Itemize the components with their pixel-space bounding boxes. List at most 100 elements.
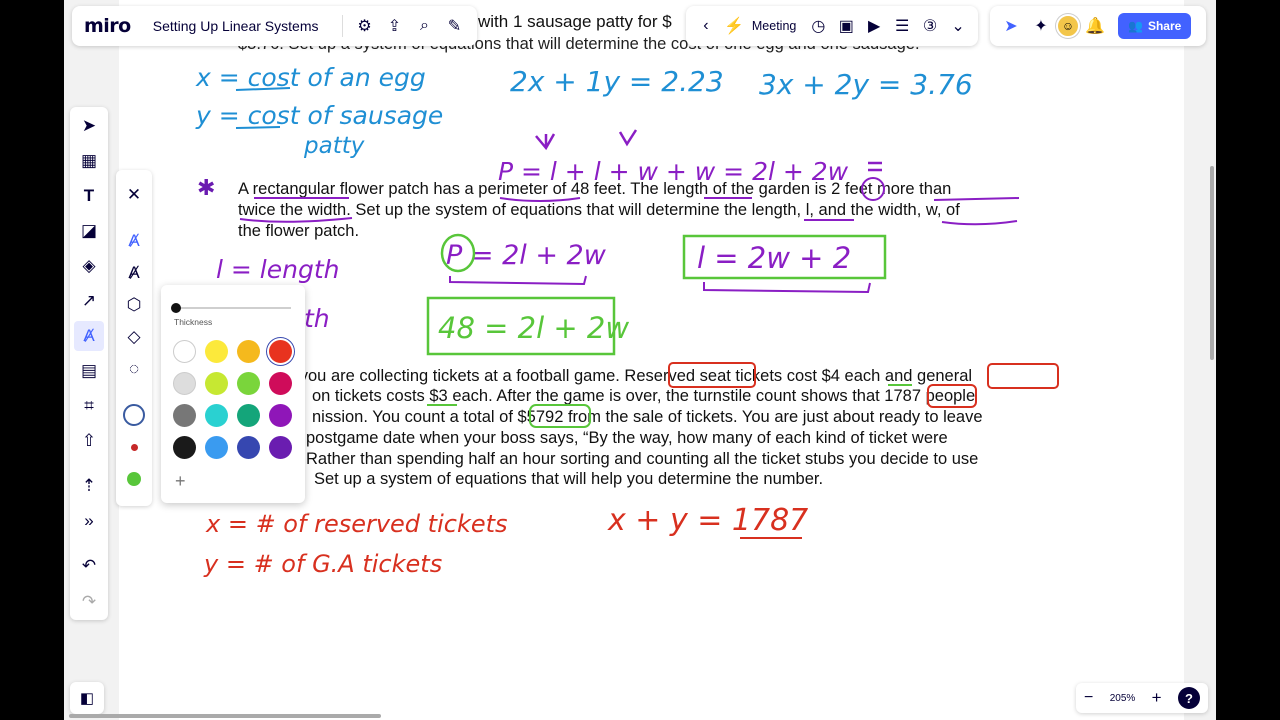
share-toolbar: ➤ ✦ ☺ 🔔 👥 Share xyxy=(990,6,1206,46)
sidebar-toggle-icon[interactable]: ◧ xyxy=(70,682,104,714)
bell-icon[interactable]: 🔔 xyxy=(1080,11,1110,41)
box-general xyxy=(987,363,1059,389)
circle-5792 xyxy=(529,404,591,428)
y-definition-cont: patty xyxy=(303,133,365,159)
highlighter-icon[interactable]: Ⱥ xyxy=(119,258,149,288)
circle-1787 xyxy=(927,384,977,408)
people-icon: 👥 xyxy=(1128,19,1143,33)
smart-draw-icon[interactable]: ⬡ xyxy=(119,290,149,320)
text-icon[interactable]: T xyxy=(74,181,104,211)
thickness-slider[interactable] xyxy=(175,307,291,309)
zoom-out-button[interactable]: − xyxy=(1084,689,1093,707)
color-swatch[interactable] xyxy=(205,372,228,395)
collaboration-toolbar: ‹ ⚡ Meeting ◷ ▣ ▶ ☰ ③ ⌄ xyxy=(686,6,978,46)
present-icon[interactable]: ▣ xyxy=(832,11,860,41)
color-swatch[interactable] xyxy=(173,340,196,363)
equation-1: 2x + 1y = 2.23 xyxy=(510,65,724,98)
color-swatch[interactable] xyxy=(205,404,228,427)
meeting-button[interactable]: Meeting xyxy=(752,19,796,33)
apps-icon[interactable]: ⇡ xyxy=(74,471,104,501)
color-swatch[interactable] xyxy=(269,404,292,427)
color-swatch[interactable] xyxy=(237,372,260,395)
notes-icon[interactable]: ☰ xyxy=(888,11,916,41)
color-swatch[interactable] xyxy=(237,340,260,363)
l-equation: l = 2w + 2 xyxy=(697,241,851,275)
upload-icon[interactable]: ⇧ xyxy=(74,426,104,456)
pen-tool-panel: ✕ Ⱥ Ⱥ ⬡ ◇ ◌ xyxy=(116,170,152,506)
crop-icon[interactable]: ⌗ xyxy=(74,391,104,421)
gear-icon[interactable]: ⚙ xyxy=(349,11,379,41)
underline-cost-2 xyxy=(235,126,281,129)
xy-equation: x + y = 1787 xyxy=(607,503,808,538)
miro-logo[interactable]: miro xyxy=(84,15,131,37)
w-definition-partial: th xyxy=(304,304,330,333)
lasso-icon[interactable]: ◌ xyxy=(119,354,149,384)
color-swatch[interactable] xyxy=(237,404,260,427)
add-color-button[interactable]: + xyxy=(175,471,186,492)
share-label: Share xyxy=(1147,19,1182,33)
color-swatch[interactable] xyxy=(173,404,196,427)
vertical-scrollbar[interactable] xyxy=(1210,166,1214,360)
equation-2: 3x + 2y = 3.76 xyxy=(759,68,973,101)
p48-equation: 48 = 2l + 2w xyxy=(438,311,629,345)
arrow-mark-2 xyxy=(618,129,638,147)
celebrate-icon[interactable]: ✦ xyxy=(1026,11,1056,41)
x-definition-3: x = # of reserved tickets xyxy=(205,510,508,538)
avatar[interactable]: ☺ xyxy=(1056,14,1080,38)
shapes-icon[interactable]: ◈ xyxy=(74,251,104,281)
pen-preset-2[interactable] xyxy=(119,432,149,462)
card-3-icon[interactable]: ③ xyxy=(916,11,944,41)
video-icon[interactable]: ▶ xyxy=(860,11,888,41)
sticky-note-icon[interactable]: ◪ xyxy=(74,216,104,246)
color-swatch[interactable] xyxy=(205,340,228,363)
pen-tool-icon[interactable]: Ⱥ xyxy=(119,226,149,256)
bracket-under-p xyxy=(449,275,587,286)
arrow-mark-1 xyxy=(535,133,556,151)
pen-preset-1[interactable] xyxy=(119,400,149,430)
problem1-header-partial: with 1 sausage patty for $ xyxy=(478,12,672,31)
undo-icon[interactable]: ↶ xyxy=(74,551,104,581)
close-icon[interactable]: ✕ xyxy=(119,180,149,210)
color-swatch[interactable] xyxy=(173,436,196,459)
zoom-in-button[interactable]: + xyxy=(1152,688,1162,708)
frame-icon[interactable]: ▦ xyxy=(74,146,104,176)
timer-icon[interactable]: ◷ xyxy=(804,11,832,41)
share-button[interactable]: 👥 Share xyxy=(1118,13,1192,39)
color-swatch[interactable] xyxy=(269,372,292,395)
eraser-icon[interactable]: ◇ xyxy=(119,322,149,352)
circle-is xyxy=(861,177,885,201)
color-swatch[interactable] xyxy=(205,436,228,459)
more-tools-icon[interactable]: » xyxy=(74,506,104,536)
pen-preset-3[interactable] xyxy=(119,464,149,494)
magic-icon[interactable]: ✎ xyxy=(439,11,469,41)
board-title[interactable]: Setting Up Linear Systems xyxy=(153,18,319,34)
lightning-icon[interactable]: ⚡ xyxy=(720,11,748,41)
export-icon[interactable]: ⇪ xyxy=(379,11,409,41)
redo-icon[interactable]: ↷ xyxy=(74,587,104,617)
thickness-label: Thickness xyxy=(174,317,213,327)
board-header: miro Setting Up Linear Systems ⚙ ⇪ ⌕ ✎ xyxy=(72,6,478,46)
help-button[interactable]: ? xyxy=(1177,687,1200,709)
cursor-icon[interactable]: ➤ xyxy=(996,11,1026,41)
color-swatch[interactable] xyxy=(173,372,196,395)
color-swatch[interactable] xyxy=(237,436,260,459)
l-definition: l = length xyxy=(216,255,339,284)
x-definition: x = cost of an egg xyxy=(195,63,426,92)
perimeter-formula: P = l + l + w + w = 2l + 2w xyxy=(498,157,849,186)
y-definition: y = cost of sausage xyxy=(195,101,443,130)
color-swatch[interactable] xyxy=(269,340,292,363)
chevron-down-icon[interactable]: ⌄ xyxy=(944,11,972,41)
left-toolbar: ➤ ▦ T ◪ ◈ ↗ Ⱥ ▤ ⌗ ⇧ ⇡ » ↶ ↷ xyxy=(70,107,108,620)
zoom-control: − 205% + ? xyxy=(1076,683,1208,713)
thickness-knob[interactable] xyxy=(171,303,181,313)
pen-icon[interactable]: Ⱥ xyxy=(74,321,104,351)
select-icon[interactable]: ➤ xyxy=(74,111,104,141)
chevron-left-icon[interactable]: ‹ xyxy=(692,11,720,41)
zoom-level[interactable]: 205% xyxy=(1110,693,1136,704)
horizontal-scrollbar[interactable] xyxy=(69,714,381,718)
comment-icon[interactable]: ▤ xyxy=(74,356,104,386)
color-swatch[interactable] xyxy=(269,436,292,459)
connection-line-icon[interactable]: ↗ xyxy=(74,286,104,316)
search-icon[interactable]: ⌕ xyxy=(409,11,439,41)
box-reserved xyxy=(668,362,756,388)
